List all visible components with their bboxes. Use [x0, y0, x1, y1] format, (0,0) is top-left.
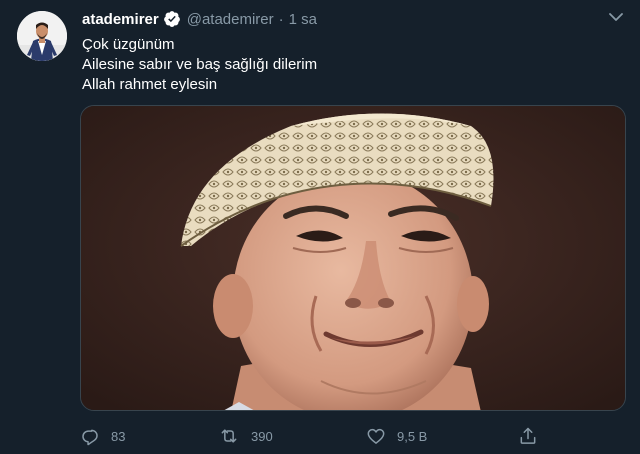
avatar[interactable] — [17, 11, 67, 61]
more-options-button[interactable] — [604, 8, 628, 28]
tweet-text: Çok üzgünüm Ailesine sabır ve baş sağlığ… — [82, 35, 317, 95]
share-button[interactable] — [518, 424, 538, 448]
tweet-actions: 83 390 9,5 B — [80, 424, 550, 448]
share-icon — [518, 426, 538, 446]
tweet-header: atademirer @atademirer · 1 sa — [82, 9, 317, 29]
retweet-count: 390 — [251, 428, 273, 444]
like-button[interactable]: 9,5 B — [366, 424, 427, 448]
reply-count: 83 — [111, 428, 126, 444]
tweet-line: Ailesine sabır ve baş sağlığı dilerim — [82, 56, 318, 73]
tweet-line: Çok üzgünüm — [82, 36, 175, 53]
tweet-photo[interactable] — [80, 105, 626, 411]
tweet-line: Allah rahmet eylesin — [82, 76, 218, 93]
like-count: 9,5 B — [397, 428, 428, 444]
separator: · — [278, 10, 284, 28]
reply-icon — [80, 426, 100, 446]
handle[interactable]: @atademirer — [187, 11, 274, 28]
display-name[interactable]: atademirer — [82, 11, 159, 28]
tweet[interactable]: atademirer @atademirer · 1 sa Çok üzgünü… — [0, 0, 640, 454]
verified-badge-icon — [163, 10, 181, 28]
retweet-button[interactable]: 390 — [218, 424, 273, 448]
reply-button[interactable]: 83 — [80, 424, 125, 448]
chevron-down-icon — [609, 9, 623, 27]
timestamp[interactable]: 1 sa — [289, 11, 317, 28]
heart-icon — [366, 426, 386, 446]
retweet-icon — [218, 426, 240, 446]
